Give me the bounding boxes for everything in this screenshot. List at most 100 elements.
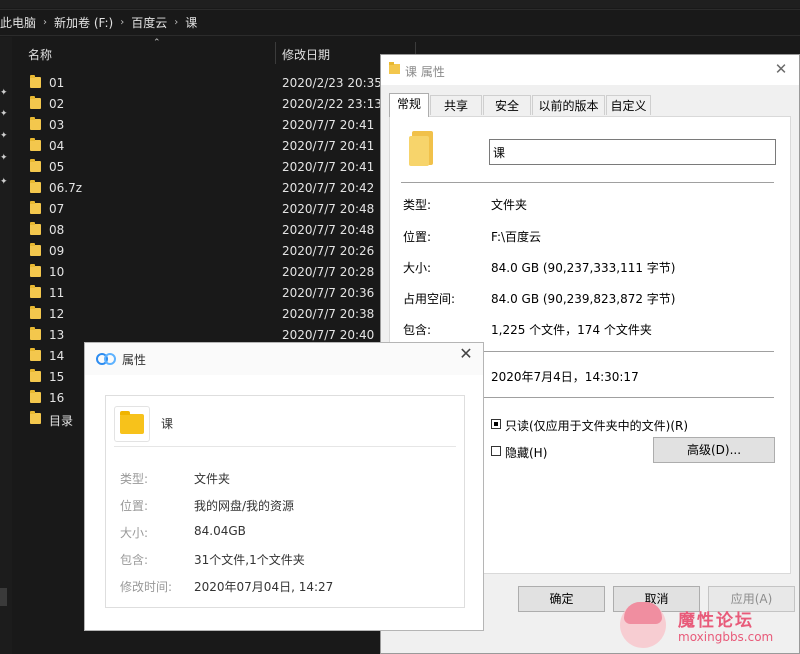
list-item[interactable]: 10 2020/7/7 20:28	[12, 261, 382, 282]
dialog-title: 属性	[122, 353, 147, 367]
chevron-right-icon: ›	[174, 17, 179, 28]
pin-icon: ✦	[0, 153, 8, 163]
readonly-checkbox[interactable]	[491, 419, 501, 429]
size-label: 大小:	[403, 261, 432, 275]
column-divider[interactable]	[275, 42, 276, 64]
list-item[interactable]: 04 2020/7/7 20:41	[12, 135, 382, 156]
list-item[interactable]: 11 2020/7/7 20:36	[12, 282, 382, 303]
folder-icon	[30, 222, 41, 235]
tab-bar: 常规 共享 安全 以前的版本 自定义	[389, 93, 793, 117]
readonly-label[interactable]: 只读(仅应用于文件夹中的文件)(R)	[505, 417, 688, 434]
file-modified: 2020/7/7 20:38	[282, 307, 375, 321]
file-list-header: ⌃ 名称 修改日期	[12, 38, 416, 66]
tab-customize[interactable]: 自定义	[606, 95, 651, 115]
contains-value: 1,225 个文件，174 个文件夹	[491, 323, 652, 337]
list-item[interactable]: 12 2020/7/7 20:38	[12, 303, 382, 324]
file-name: 15	[49, 370, 65, 384]
list-item[interactable]: 09 2020/7/7 20:26	[12, 240, 382, 261]
file-modified: 2020/7/7 20:40	[282, 328, 375, 342]
folder-icon	[30, 264, 41, 277]
file-name: 11	[49, 286, 65, 300]
folder-icon	[30, 348, 41, 361]
location-label: 位置:	[403, 230, 432, 244]
list-item[interactable]: 06.7z 2020/7/7 20:42	[12, 177, 382, 198]
list-item[interactable]: 03 2020/7/7 20:41	[12, 114, 382, 135]
file-name: 14	[49, 349, 65, 363]
tab-general[interactable]: 常规	[389, 93, 429, 117]
divider	[114, 446, 456, 447]
created-value: 2020年7月4日，14:30:17	[491, 370, 639, 384]
file-modified: 2020/7/7 20:36	[282, 286, 375, 300]
file-name: 08	[49, 223, 65, 237]
size-value: 84.04GB	[194, 524, 246, 538]
file-name: 06.7z	[49, 181, 83, 195]
list-item[interactable]: 01 2020/2/23 20:35	[12, 72, 382, 93]
size-label: 大小:	[120, 526, 149, 540]
address-bar[interactable]: 此电脑 › 新加卷 (F:) › 百度云 › 课	[0, 9, 800, 36]
advanced-button[interactable]: 高级(D)...	[653, 437, 775, 463]
watermark-url: moxingbbs.com	[678, 630, 774, 644]
folder-icon	[409, 131, 433, 166]
folder-icon	[30, 390, 41, 403]
folder-icon	[389, 62, 400, 74]
folder-icon	[30, 327, 41, 340]
folder-icon	[30, 201, 41, 214]
chevron-right-icon: ›	[43, 17, 48, 28]
tab-security[interactable]: 安全	[483, 95, 531, 115]
column-header-modified[interactable]: 修改日期	[282, 46, 330, 63]
folder-icon	[30, 285, 41, 298]
breadcrumb-drive[interactable]: 新加卷 (F:)	[54, 14, 113, 31]
list-item[interactable]: 05 2020/7/7 20:41	[12, 156, 382, 177]
file-modified: 2020/7/7 20:26	[282, 244, 375, 258]
chevron-right-icon: ›	[120, 17, 125, 28]
file-name: 09	[49, 244, 65, 258]
file-name: 04	[49, 139, 65, 153]
file-modified: 2020/7/7 20:42	[282, 181, 375, 195]
tab-previous-versions[interactable]: 以前的版本	[532, 95, 605, 115]
folder-name-field[interactable]: 课	[489, 139, 776, 165]
list-item[interactable]: 02 2020/2/22 23:13	[12, 93, 382, 114]
ok-button[interactable]: 确定	[518, 586, 605, 612]
folder-icon	[120, 411, 144, 434]
column-header-name[interactable]: 名称	[28, 46, 52, 63]
file-name: 13	[49, 328, 65, 342]
contains-value: 31个文件,1个文件夹	[194, 553, 305, 567]
folder-icon	[30, 159, 41, 172]
close-icon[interactable]: ✕	[457, 345, 475, 363]
type-label: 类型:	[403, 198, 432, 212]
divider	[401, 182, 774, 183]
file-name: 07	[49, 202, 65, 216]
file-name: 12	[49, 307, 65, 321]
forum-watermark: 魔性论坛 moxingbbs.com	[620, 600, 798, 654]
breadcrumb-baiduyun[interactable]: 百度云	[131, 14, 167, 31]
file-name: 02	[49, 97, 65, 111]
file-modified: 2020/7/7 20:41	[282, 160, 375, 174]
pin-icon: ✦	[0, 88, 8, 98]
hidden-checkbox[interactable]	[491, 446, 501, 456]
tab-sharing[interactable]: 共享	[430, 95, 482, 115]
pin-icon: ✦	[0, 131, 8, 141]
folder-icon	[30, 369, 41, 382]
pin-icon: ✦	[0, 177, 8, 187]
dialog-title-bar[interactable]: 属性 ✕	[85, 343, 483, 375]
file-name: 目录	[49, 414, 74, 428]
file-name: 16	[49, 391, 65, 405]
list-item[interactable]: 07 2020/7/7 20:48	[12, 198, 382, 219]
scrollbar-thumb[interactable]	[0, 588, 7, 606]
watermark-title: 魔性论坛	[678, 611, 754, 631]
file-name: 03	[49, 118, 65, 132]
close-icon[interactable]: ✕	[773, 61, 789, 77]
breadcrumb-this-pc[interactable]: 此电脑	[0, 14, 36, 31]
location-value: 我的网盘/我的资源	[194, 499, 295, 513]
pin-icon: ✦	[0, 109, 8, 119]
file-modified: 2020/2/22 23:13	[282, 97, 382, 111]
type-value: 文件夹	[491, 198, 528, 212]
folder-icon	[30, 96, 41, 109]
dialog-title-bar[interactable]: 课 属性 ✕	[381, 55, 799, 85]
breadcrumb-current-folder[interactable]: 课	[185, 14, 197, 31]
modified-label: 修改时间:	[120, 580, 173, 594]
file-modified: 2020/7/7 20:48	[282, 223, 375, 237]
hidden-label[interactable]: 隐藏(H)	[505, 444, 547, 461]
location-value: F:\百度云	[491, 230, 542, 244]
list-item[interactable]: 08 2020/7/7 20:48	[12, 219, 382, 240]
